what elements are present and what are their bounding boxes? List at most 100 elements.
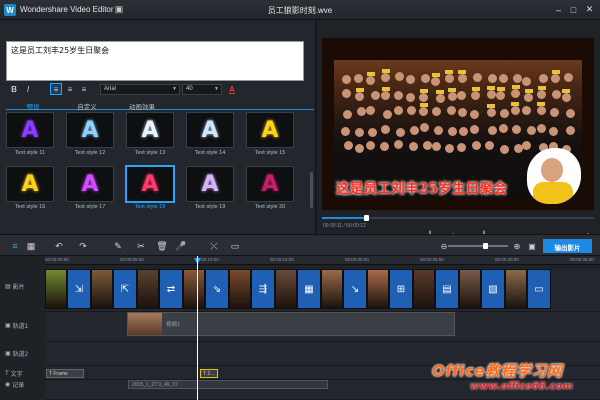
text-icon: T (5, 370, 9, 377)
text-style-preview: A (186, 112, 234, 148)
text-style-grid: A Text style 11 A Text style 12 A Text style … (6, 112, 306, 230)
transition-clip[interactable]: ⇱ (113, 269, 137, 309)
crop-icon[interactable]: ▭ (228, 239, 242, 253)
text-style-label: Text style 18 (134, 204, 166, 210)
transition-clip[interactable]: ⊞ (389, 269, 413, 309)
transition-clip[interactable]: ↘ (343, 269, 367, 309)
ruler-tick-label: 00:00:00:00 (45, 257, 69, 262)
chevron-down-icon: ▼ (172, 86, 177, 92)
video-clip[interactable] (229, 269, 251, 309)
app-title: Wondershare Video Editor (20, 5, 114, 14)
record-clip[interactable]: 2015_1_27 0_49_37 (128, 380, 328, 389)
watermark: Office教程学习网 www.office68.com (430, 360, 600, 398)
track-label-pip2: ▣ 轨道2 (5, 351, 29, 358)
align-left-icon[interactable]: ≡ (50, 83, 62, 95)
size-select[interactable]: 40 ▼ (182, 84, 222, 95)
tab-custom[interactable]: 自定义 (60, 99, 114, 111)
video-clip[interactable] (321, 269, 343, 309)
text-style-label: Text style 16 (14, 204, 46, 210)
text-style-preview: A (126, 112, 174, 148)
video-clip[interactable] (137, 269, 159, 309)
italic-button[interactable]: I (22, 83, 34, 95)
transition-clip[interactable]: ⇶ (251, 269, 275, 309)
transition-clip[interactable]: ⇘ (205, 269, 229, 309)
video-clip[interactable] (275, 269, 297, 309)
ruler-tick-label: 00:00:30:00 (495, 257, 519, 262)
playhead[interactable] (197, 256, 198, 400)
align-center-icon[interactable]: ≡ (64, 83, 76, 95)
pip-clip[interactable]: 视频1 (127, 312, 455, 336)
video-clip[interactable] (413, 269, 435, 309)
split-icon[interactable]: ⤬ (207, 239, 221, 253)
track-label-video: ▤ 影片 (5, 284, 25, 291)
pip-icon: ▣ (5, 351, 11, 357)
video-clip[interactable] (45, 269, 67, 309)
text-style-item[interactable]: A Text style 13 (126, 112, 176, 164)
save-icon[interactable]: ▣ (114, 4, 124, 14)
video-clip[interactable] (367, 269, 389, 309)
tab-animation[interactable]: 动画效果 (114, 99, 170, 111)
close-button[interactable]: ✕ (583, 3, 596, 16)
zoom-in-icon[interactable]: ⊕ (510, 239, 524, 253)
transition-clip[interactable]: ▧ (481, 269, 505, 309)
preview-caption: 这是员工刘丰25岁生日聚会 (336, 181, 508, 197)
text-color-button[interactable]: A (226, 83, 238, 95)
video-clip[interactable] (459, 269, 481, 309)
zoom-slider[interactable] (448, 243, 508, 249)
minimize-button[interactable]: – (552, 3, 565, 16)
text-style-label: Text style 12 (74, 150, 106, 156)
watermark-line-1: Office教程学习网 (432, 362, 563, 380)
text-style-item[interactable]: A Text style 17 (66, 166, 116, 218)
text-style-item[interactable]: A Text style 16 (6, 166, 56, 218)
scrollbar[interactable] (310, 172, 313, 208)
transition-clip[interactable]: ▤ (435, 269, 459, 309)
text-style-item[interactable]: A Text style 11 (6, 112, 56, 164)
video-clip[interactable] (505, 269, 527, 309)
transition-clip[interactable]: ⇄ (159, 269, 183, 309)
transition-clip[interactable]: ▦ (297, 269, 321, 309)
video-clip[interactable] (91, 269, 113, 309)
timeline-view-icon[interactable]: ≡ (8, 239, 22, 253)
text-editor-panel: 这是员工刘丰25岁生日聚会 B I ≡ ≡ ≡ Arial ▼ 40 ▼ A 预… (0, 20, 316, 247)
undo-icon[interactable]: ↶ (52, 239, 66, 253)
text-style-item[interactable]: A Text style 19 (186, 166, 236, 218)
text-style-item[interactable]: A Text style 18 (126, 166, 176, 218)
video-clips: ⇲ ⇱ ⇄ ⇘ ⇶ ▦ ↘ ⊞ ▤ ▧ ▭ (45, 269, 600, 311)
align-right-icon[interactable]: ≡ (78, 83, 90, 95)
text-style-item[interactable]: A Text style 15 (246, 112, 296, 164)
edit-icon[interactable]: ✎ (111, 239, 125, 253)
text-style-item[interactable]: A Text style 14 (186, 112, 236, 164)
microphone-icon[interactable]: 🎤 (174, 239, 188, 253)
zoom-handle[interactable] (483, 243, 489, 249)
watermark-line-2: www.office68.com (470, 381, 573, 392)
text-style-preview: A (6, 166, 54, 202)
text-style-item[interactable]: A Text style 20 (246, 166, 296, 218)
fit-timeline-icon[interactable]: ▣ (525, 239, 539, 253)
text-style-item[interactable]: A Text style 12 (66, 112, 116, 164)
cut-icon[interactable]: ✂ (134, 239, 148, 253)
ruler-tick-label: 00:00:35:00 (570, 257, 594, 262)
maximize-button[interactable]: □ (567, 3, 580, 16)
transition-clip[interactable]: ▭ (527, 269, 551, 309)
progress-handle[interactable] (363, 215, 369, 221)
text-clip[interactable]: T Frame (46, 369, 84, 378)
font-select[interactable]: Arial ▼ (100, 84, 180, 95)
bold-button[interactable]: B (8, 83, 20, 95)
export-movie-button[interactable]: 输出影片 (543, 239, 592, 253)
text-style-preview: A (66, 112, 114, 148)
caption-text-input[interactable]: 这是员工刘丰25岁生日聚会 (6, 41, 304, 81)
video-clip[interactable] (183, 269, 205, 309)
storyboard-view-icon[interactable]: ▦ (24, 239, 38, 253)
tab-preset[interactable]: 预设 (6, 99, 60, 111)
delete-icon[interactable]: 🗑 (155, 239, 169, 253)
video-preview[interactable]: 这是员工刘丰25岁生日聚会 (322, 38, 594, 210)
redo-icon[interactable]: ↷ (76, 239, 90, 253)
text-clip[interactable]: T 2... (200, 369, 218, 378)
ruler-tick-label: 00:00:05:00 (120, 257, 144, 262)
text-style-label: Text style 14 (194, 150, 226, 156)
time-ruler[interactable]: 00:00:00:00 00:00:05:00 00:00:10:00 00:00:1… (45, 256, 600, 265)
transition-clip[interactable]: ⇲ (67, 269, 91, 309)
text-style-preview: A (186, 166, 234, 202)
playback-progress[interactable] (322, 215, 594, 221)
text-style-label: Text style 17 (74, 204, 106, 210)
